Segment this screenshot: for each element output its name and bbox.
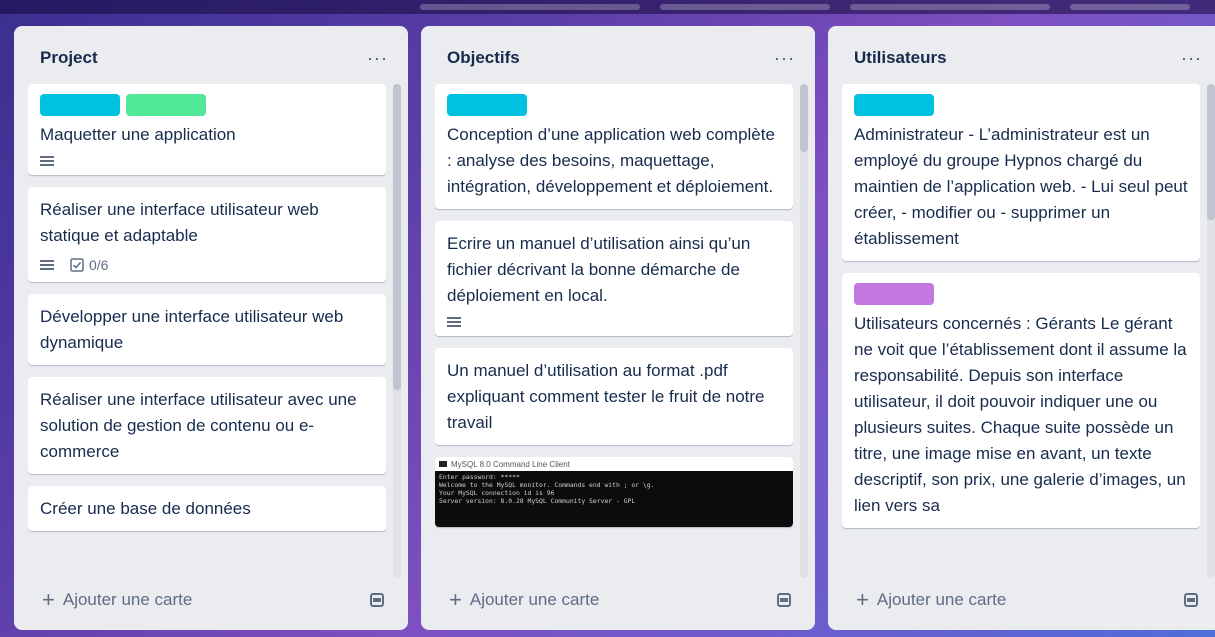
list-header: Objectifs ··· bbox=[421, 26, 815, 90]
plus-icon: + bbox=[856, 587, 869, 612]
card-title: Réaliser une interface utilisateur avec … bbox=[40, 390, 357, 461]
scrollbar-thumb[interactable] bbox=[393, 84, 401, 390]
add-card-label: Ajouter une carte bbox=[62, 590, 193, 609]
list-title[interactable]: Project bbox=[40, 48, 363, 68]
card-title: Réaliser une interface utilisateur web s… bbox=[40, 200, 319, 245]
header-segment bbox=[1070, 4, 1190, 10]
list-utilisateurs: Utilisateurs ··· Administrateur - L’admi… bbox=[828, 26, 1215, 630]
board-header-strip bbox=[0, 0, 1215, 14]
checklist-badge: 0/6 bbox=[70, 257, 108, 273]
label-cyan[interactable] bbox=[447, 94, 527, 116]
card-title: Conception d’une application web complèt… bbox=[447, 125, 775, 196]
card-badges: 0/6 bbox=[40, 257, 374, 273]
card-title: Utilisateurs concernés : Gérants Le géra… bbox=[854, 314, 1187, 515]
card-labels bbox=[854, 283, 1188, 305]
card[interactable]: Créer une base de données bbox=[28, 486, 386, 531]
card[interactable]: Développer une interface utilisateur web… bbox=[28, 294, 386, 365]
card-title: Ecrire un manuel d’utilisation ainsi qu’… bbox=[447, 234, 751, 305]
scrollbar-thumb[interactable] bbox=[800, 84, 808, 152]
description-icon bbox=[40, 156, 54, 166]
card-container: Conception d’une application web complèt… bbox=[435, 84, 793, 578]
list-objectifs: Objectifs ··· Conception d’une applicati… bbox=[421, 26, 815, 630]
list-menu-icon[interactable]: ··· bbox=[1177, 45, 1206, 71]
list-header: Project ··· bbox=[14, 26, 408, 90]
description-icon bbox=[447, 317, 461, 327]
card[interactable]: Utilisateurs concernés : Gérants Le géra… bbox=[842, 273, 1200, 528]
card[interactable]: Réaliser une interface utilisateur web s… bbox=[28, 187, 386, 282]
card[interactable]: Ecrire un manuel d’utilisation ainsi qu’… bbox=[435, 221, 793, 336]
card-template-icon[interactable] bbox=[370, 593, 384, 607]
card-title: Créer une base de données bbox=[40, 499, 251, 518]
header-segment bbox=[850, 4, 1050, 10]
add-card-button[interactable]: + Ajouter une carte bbox=[842, 580, 1206, 620]
add-card-label: Ajouter une carte bbox=[469, 590, 600, 609]
card[interactable]: Maquetter une application bbox=[28, 84, 386, 175]
terminal-body: Enter password: ***** Welcome to the MyS… bbox=[435, 471, 793, 527]
list-menu-icon[interactable]: ··· bbox=[770, 45, 799, 71]
terminal-line: Your MySQL connection id is 96 bbox=[439, 489, 555, 497]
checklist-icon bbox=[70, 258, 84, 272]
card[interactable]: Un manuel d’utilisation au format .pdf e… bbox=[435, 348, 793, 445]
description-icon bbox=[40, 260, 54, 270]
list-menu-icon[interactable]: ··· bbox=[363, 45, 392, 71]
add-card-label: Ajouter une carte bbox=[876, 590, 1007, 609]
card-labels bbox=[40, 94, 374, 116]
card-container: Maquetter une application Réaliser une i… bbox=[28, 84, 386, 578]
label-green[interactable] bbox=[126, 94, 206, 116]
terminal-line: Server version: 8.0.28 MySQL Community S… bbox=[439, 497, 636, 505]
card-title: Développer une interface utilisateur web… bbox=[40, 307, 344, 352]
card[interactable]: Réaliser une interface utilisateur avec … bbox=[28, 377, 386, 474]
card-template-icon[interactable] bbox=[1184, 593, 1198, 607]
card-template-icon[interactable] bbox=[777, 593, 791, 607]
list-project: Project ··· Maquetter une application Ré… bbox=[14, 26, 408, 630]
terminal-titlebar: MySQL 8.0 Command Line Client bbox=[435, 457, 793, 471]
add-card-button[interactable]: + Ajouter une carte bbox=[435, 580, 799, 620]
card[interactable]: Conception d’une application web complèt… bbox=[435, 84, 793, 209]
header-segment bbox=[420, 4, 640, 10]
terminal-line: Welcome to the MySQL monitor. Commands e… bbox=[439, 481, 655, 489]
card-labels bbox=[854, 94, 1188, 116]
card-title: Maquetter une application bbox=[40, 125, 236, 144]
plus-icon: + bbox=[449, 587, 462, 612]
list-scrollbar[interactable] bbox=[800, 84, 808, 578]
scrollbar-thumb[interactable] bbox=[1207, 84, 1215, 220]
header-segment bbox=[660, 4, 830, 10]
terminal-icon bbox=[439, 461, 447, 467]
card-badges bbox=[447, 317, 781, 327]
plus-icon: + bbox=[42, 587, 55, 612]
list-title[interactable]: Objectifs bbox=[447, 48, 770, 68]
board: Project ··· Maquetter une application Ré… bbox=[14, 26, 1215, 630]
card-title: Un manuel d’utilisation au format .pdf e… bbox=[447, 361, 765, 432]
card-labels bbox=[447, 94, 781, 116]
checklist-count: 0/6 bbox=[89, 257, 109, 273]
card-container: Administrateur - L’administrateur est un… bbox=[842, 84, 1200, 578]
terminal-line: Enter password: ***** bbox=[439, 473, 520, 481]
terminal-title: MySQL 8.0 Command Line Client bbox=[451, 459, 570, 469]
label-cyan[interactable] bbox=[854, 94, 934, 116]
label-cyan[interactable] bbox=[40, 94, 120, 116]
list-scrollbar[interactable] bbox=[1207, 84, 1215, 578]
list-title[interactable]: Utilisateurs bbox=[854, 48, 1177, 68]
list-header: Utilisateurs ··· bbox=[828, 26, 1215, 90]
card-terminal-screenshot[interactable]: MySQL 8.0 Command Line Client Enter pass… bbox=[435, 457, 793, 527]
card-title: Administrateur - L’administrateur est un… bbox=[854, 125, 1188, 248]
card[interactable]: Administrateur - L’administrateur est un… bbox=[842, 84, 1200, 261]
label-purple[interactable] bbox=[854, 283, 934, 305]
add-card-button[interactable]: + Ajouter une carte bbox=[28, 580, 392, 620]
card-badges bbox=[40, 156, 374, 166]
list-scrollbar[interactable] bbox=[393, 84, 401, 578]
